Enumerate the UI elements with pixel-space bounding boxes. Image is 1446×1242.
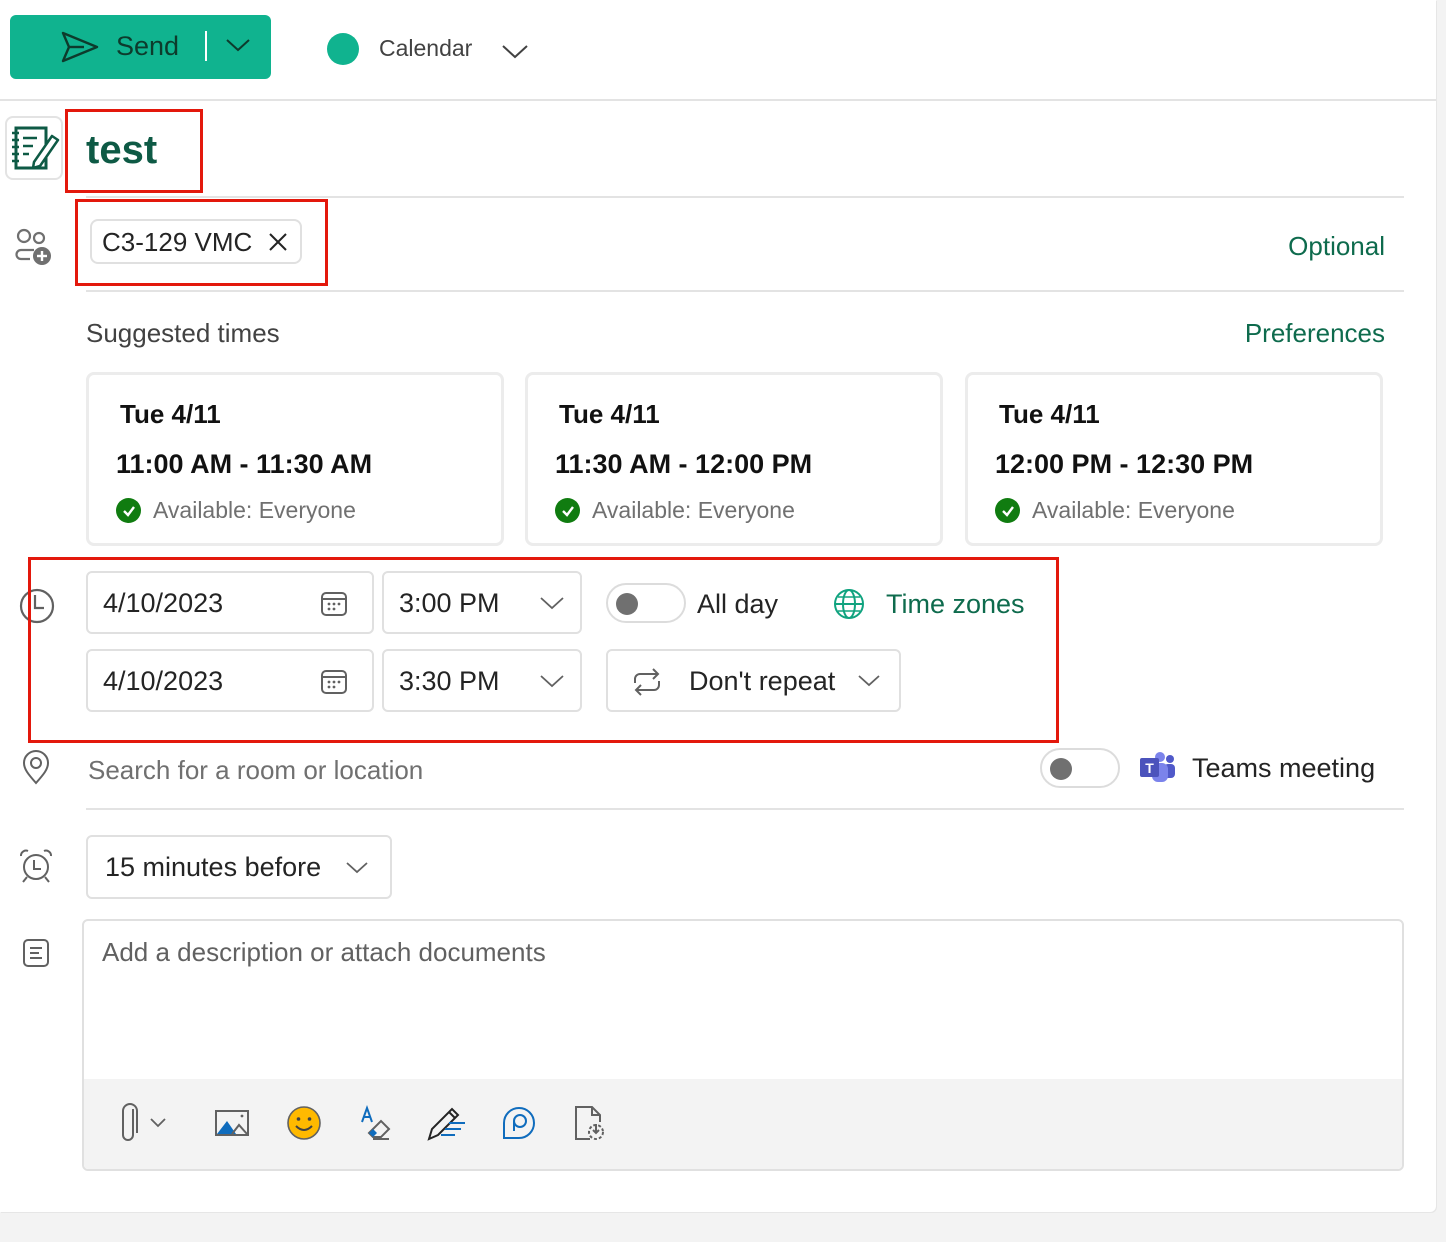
calendar-color-dot xyxy=(327,33,359,65)
send-divider xyxy=(205,31,207,61)
svg-text:T: T xyxy=(1145,760,1154,776)
availability-label: Available: Everyone xyxy=(153,497,356,523)
start-time-value: 3:00 PM xyxy=(399,588,500,618)
end-date-field[interactable]: 4/10/2023 xyxy=(86,649,374,712)
chevron-down-icon xyxy=(346,862,368,874)
availability-label: Available: Everyone xyxy=(592,497,795,523)
optional-attendees-link[interactable]: Optional xyxy=(1288,231,1385,262)
calendar-picker-icon[interactable] xyxy=(320,668,348,696)
send-label: Send xyxy=(116,31,180,61)
start-date-field[interactable]: 4/10/2023 xyxy=(86,571,374,634)
suggested-time-range: 11:30 AM - 12:00 PM xyxy=(555,449,813,479)
attach-file-button[interactable] xyxy=(114,1101,176,1145)
remove-attendee-close-icon[interactable] xyxy=(266,230,290,254)
teams-meeting-label: Teams meeting xyxy=(1192,753,1376,783)
start-date-value: 4/10/2023 xyxy=(103,588,224,618)
suggested-date: Tue 4/11 xyxy=(999,399,1100,429)
signature-icon xyxy=(427,1107,465,1141)
alarm-clock-icon xyxy=(20,849,52,883)
signature-button[interactable] xyxy=(426,1101,470,1145)
calendar-chevron-down-icon[interactable] xyxy=(500,40,530,62)
event-title-icon-box xyxy=(5,116,63,180)
suggested-date: Tue 4/11 xyxy=(120,399,221,429)
paperclip-icon xyxy=(122,1103,166,1141)
description-toolbar xyxy=(84,1079,1402,1169)
all-day-label: All day xyxy=(697,589,779,619)
location-pin-icon xyxy=(22,750,50,785)
file-insert-icon xyxy=(575,1106,604,1140)
title-underline xyxy=(86,196,1404,198)
availability-status: Available: Everyone xyxy=(116,497,356,524)
availability-label: Available: Everyone xyxy=(1032,497,1235,523)
reminder-dropdown[interactable]: 15 minutes before xyxy=(86,835,392,899)
attendees-underline xyxy=(86,290,1404,292)
teams-meeting-toggle-knob xyxy=(1050,758,1072,780)
calendar-picker-icon[interactable] xyxy=(320,590,348,618)
suggested-time-card[interactable]: Tue 4/11 11:30 AM - 12:00 PM Available: … xyxy=(525,372,943,546)
repeat-icon xyxy=(634,668,660,696)
chevron-down-icon xyxy=(858,675,880,687)
toolbar-divider xyxy=(0,99,1436,101)
time-zones-link[interactable]: Time zones xyxy=(886,589,1025,620)
location-underline xyxy=(86,808,1404,810)
insert-file-button[interactable] xyxy=(570,1101,610,1145)
location-search-input[interactable] xyxy=(88,750,988,790)
suggested-time-card[interactable]: Tue 4/11 12:00 PM - 12:30 PM Available: … xyxy=(965,372,1383,546)
reminder-value: 15 minutes before xyxy=(105,852,322,882)
availability-status: Available: Everyone xyxy=(995,497,1235,524)
suggested-date: Tue 4/11 xyxy=(559,399,660,429)
format-eraser-icon xyxy=(361,1105,391,1140)
attendee-chip[interactable]: C3-129 VMC xyxy=(90,219,302,264)
emoji-icon xyxy=(287,1106,321,1140)
attendee-chip-label: C3-129 VMC xyxy=(102,227,253,257)
event-compose-panel: Send Calendar test C3-129 VMC Optional S… xyxy=(0,0,1436,1212)
suggested-time-range: 12:00 PM - 12:30 PM xyxy=(995,449,1254,479)
repeat-value: Don't repeat xyxy=(689,666,836,696)
preferences-link[interactable]: Preferences xyxy=(1245,318,1385,349)
send-icon xyxy=(61,31,99,63)
chevron-down-icon xyxy=(540,675,564,688)
start-time-dropdown[interactable]: 3:00 PM xyxy=(382,571,582,634)
send-button[interactable]: Send xyxy=(10,15,271,79)
available-check-icon xyxy=(116,498,141,523)
suggested-times-heading: Suggested times xyxy=(86,318,280,348)
all-day-toggle-knob xyxy=(616,593,638,615)
end-date-value: 4/10/2023 xyxy=(103,666,224,696)
insert-picture-button[interactable] xyxy=(212,1101,252,1145)
repeat-dropdown[interactable]: Don't repeat xyxy=(606,649,901,712)
send-options-chevron-icon[interactable] xyxy=(225,35,251,55)
description-textarea[interactable] xyxy=(102,937,1382,1077)
format-text-button[interactable] xyxy=(356,1101,396,1145)
teams-logo-icon: T xyxy=(1140,752,1175,782)
suggested-time-card[interactable]: Tue 4/11 11:00 AM - 11:30 AM Available: … xyxy=(86,372,504,546)
loop-component-button[interactable] xyxy=(499,1101,539,1145)
available-check-icon xyxy=(995,498,1020,523)
available-check-icon xyxy=(555,498,580,523)
image-icon xyxy=(215,1110,249,1136)
calendar-selector-label[interactable]: Calendar xyxy=(379,35,472,62)
globe-icon[interactable] xyxy=(832,587,866,621)
description-notes-icon xyxy=(23,939,49,967)
emoji-button[interactable] xyxy=(284,1101,324,1145)
add-people-icon[interactable] xyxy=(14,228,56,268)
teams-meeting-toggle[interactable] xyxy=(1040,748,1120,788)
notebook-edit-icon xyxy=(12,126,60,170)
suggested-time-range: 11:00 AM - 11:30 AM xyxy=(116,449,373,479)
availability-status: Available: Everyone xyxy=(555,497,795,524)
clock-icon xyxy=(19,588,55,624)
end-time-dropdown[interactable]: 3:30 PM xyxy=(382,649,582,712)
end-time-value: 3:30 PM xyxy=(399,666,500,696)
chevron-down-icon xyxy=(540,597,564,610)
loop-icon xyxy=(503,1107,535,1139)
description-editor xyxy=(82,919,1404,1171)
all-day-toggle[interactable] xyxy=(606,583,686,623)
event-title[interactable]: test xyxy=(86,128,157,173)
